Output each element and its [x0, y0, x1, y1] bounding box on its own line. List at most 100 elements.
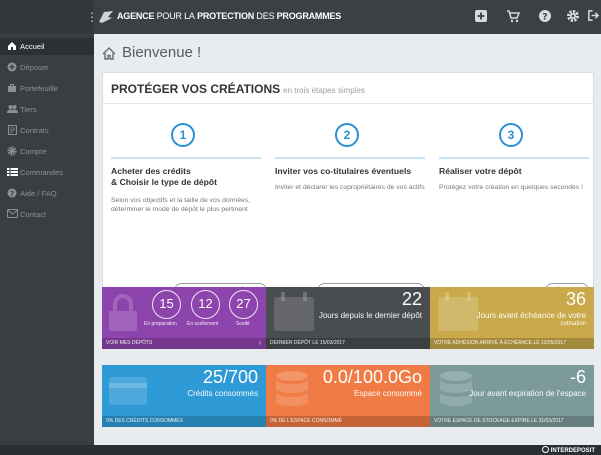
tile-footer: VOTRE ADHÉSION ARRIVE À ÉCHÉANCE LE 13/0… — [430, 338, 594, 349]
logo-ring-icon — [541, 446, 549, 453]
step-underline — [111, 157, 261, 159]
tile-label-line2: cotisation — [560, 321, 586, 327]
tile-value: 0.0/100.0Go — [322, 367, 422, 387]
tile-footer: 0% DE L'ESPACE CONSOMMÉ — [266, 416, 430, 427]
stat-scellement: 12 — [191, 290, 220, 319]
step-number: 1 — [171, 123, 195, 147]
logout-icon[interactable] — [585, 9, 601, 25]
tile-subscription[interactable]: 36 Jours avant échéance de votre cotisat… — [430, 287, 594, 349]
home-icon — [102, 47, 116, 60]
sidebar-item-accueil[interactable]: Accueil — [0, 38, 94, 55]
question-icon: ? — [7, 188, 17, 198]
step-title-line1: Acheter des crédits — [111, 166, 191, 176]
stat-preparation: 15 — [152, 290, 181, 319]
step-description: Selon vos objectifs et la taille de vos … — [111, 197, 251, 213]
tile-label: Jour avant expiration de l'espace — [469, 389, 586, 398]
sidebar-item-label: Commandes — [20, 168, 64, 177]
panel-divider — [103, 103, 593, 104]
database-icon — [276, 371, 308, 406]
sidebar-item-label: Contact — [20, 210, 47, 219]
stat-caption: Scellé — [236, 321, 250, 327]
step-description: Inviter et déclarer les copropriétaires … — [275, 184, 425, 191]
page-title: Bienvenue ! — [122, 44, 202, 61]
stat-caption: En scellement — [187, 321, 219, 327]
step-number: 3 — [499, 123, 523, 147]
tile-footer[interactable]: VOIR MES DÉPÔTS › — [102, 338, 266, 349]
top-bar: ⋮ AGENCE POUR LA PROTECTION DES PROGRAMM… — [0, 0, 601, 34]
plus-circle-icon — [7, 62, 17, 72]
sidebar-item-label: Aide / FAQ — [20, 189, 57, 198]
home-icon — [7, 41, 17, 51]
tile-value: 36 — [565, 289, 586, 309]
users-icon — [7, 104, 18, 114]
chevron-right-icon: › — [258, 340, 261, 347]
settings-icon[interactable] — [565, 9, 581, 25]
sidebar-item-label: Déposer — [20, 63, 49, 72]
step-title-line1: Inviter vos co-titulaires éventuels — [275, 166, 412, 176]
tile-footer-text: VOIR MES DÉPÔTS — [106, 340, 153, 346]
svg-text:?: ? — [542, 13, 547, 23]
tile-last-deposit[interactable]: 22 Jours depuis le dernier dépôt DERNIER… — [266, 287, 430, 349]
bottom-bar: INTERDEPOSIT — [0, 445, 601, 455]
calendar-icon — [438, 292, 478, 331]
tile-deposits[interactable]: 15 12 27 En préparation En scellement Sc… — [102, 287, 266, 349]
sidebar-item-portefeuille[interactable]: Portefeuille — [0, 80, 94, 97]
tile-footer: DERNIER DÉPÔT LE 15/03/2017 — [266, 338, 430, 349]
tile-credits[interactable]: 25/700 Crédits consommés 0% DES CRÉDITS … — [102, 365, 266, 427]
tile-footer: VOTRE ESPACE DE STOCKAGE EXPIRE LE 31/03… — [430, 416, 594, 427]
credit-card-icon — [109, 377, 147, 405]
stat-scelle: 27 — [229, 290, 258, 319]
sidebar-item-label: Compte — [20, 147, 47, 156]
tile-value: 22 — [401, 289, 422, 309]
sidebar-item-contrats[interactable]: Contrats — [0, 122, 94, 139]
intro-title-text: PROTÉGER VOS CRÉATIONS — [111, 82, 281, 96]
brand-mid2: DES — [256, 11, 275, 21]
brand-prefix: AGENCE — [117, 11, 155, 21]
help-icon[interactable]: ? — [537, 9, 553, 25]
tile-label: Crédits consommés — [187, 389, 258, 398]
tile-value: 25/700 — [202, 367, 258, 387]
calendar-icon — [274, 292, 314, 331]
step-title: Inviter vos co-titulaires éventuels — [275, 166, 425, 177]
step-description: Protégez votre création en quelques seco… — [439, 184, 583, 191]
brand-name[interactable]: AGENCE POUR LA PROTECTION DES PROGRAMMES — [117, 11, 341, 21]
lock-icon — [109, 294, 137, 331]
brand-suffix: PROGRAMMES — [276, 11, 342, 21]
tile-storage[interactable]: 0.0/100.0Go Espace consommé 0% DE L'ESPA… — [266, 365, 430, 427]
sidebar-item-compte[interactable]: Compte — [0, 143, 94, 160]
tile-expiry[interactable]: -6 Jour avant expiration de l'espace VOT… — [430, 365, 594, 427]
intro-panel: PROTÉGER VOS CRÉATIONS en trois étapes si… — [102, 72, 594, 304]
step-title-line2: & Choisir le type de dépôt — [111, 177, 218, 187]
brand-mid1: POUR LA — [156, 11, 195, 21]
sidebar-item-contact[interactable]: Contact — [0, 206, 94, 223]
sidebar-item-commandes[interactable]: Commandes — [0, 164, 94, 181]
brand-main: PROTECTION — [197, 11, 255, 21]
sidebar: Accueil Déposer Portefeuille Tiers Contr… — [0, 34, 94, 445]
step-number: 2 — [335, 123, 359, 147]
brand-logo-icon[interactable] — [98, 10, 114, 24]
tile-footer: 0% DES CRÉDITS CONSOMMÉS — [102, 416, 266, 427]
tile-label: Jours avant échéance de votre — [476, 311, 586, 320]
menu-toggle-icon[interactable]: ⋮ — [86, 9, 98, 25]
sidebar-item-deposer[interactable]: Déposer — [0, 59, 94, 76]
plus-square-icon[interactable] — [473, 9, 489, 25]
tile-label: Jours depuis le dernier dépôt — [318, 311, 422, 320]
sidebar-item-aide[interactable]: ? Aide / FAQ — [0, 185, 94, 202]
step-2: 2 Inviter vos co-titulaires éventuels In… — [275, 115, 425, 300]
step-title: Acheter des crédits & Choisir le type de… — [111, 166, 261, 188]
intro-subtitle: en trois étapes simples — [283, 86, 365, 95]
svg-text:?: ? — [10, 190, 14, 198]
sidebar-item-tiers[interactable]: Tiers — [0, 101, 94, 118]
intro-title: PROTÉGER VOS CRÉATIONS en trois étapes si… — [111, 82, 365, 96]
sidebar-item-label: Tiers — [20, 105, 37, 114]
cart-icon[interactable] — [505, 9, 521, 25]
top-bar-sidebar-area — [0, 0, 94, 34]
stat-caption: En préparation — [144, 321, 177, 327]
document-icon — [7, 125, 17, 135]
sidebar-item-label: Contrats — [20, 126, 49, 135]
footer-logo[interactable]: INTERDEPOSIT — [541, 446, 595, 454]
tile-value: -6 — [569, 367, 586, 387]
sidebar-item-label: Accueil — [20, 42, 45, 51]
step-underline — [439, 157, 589, 159]
step-title-line1: Réaliser votre dépôt — [439, 166, 522, 176]
